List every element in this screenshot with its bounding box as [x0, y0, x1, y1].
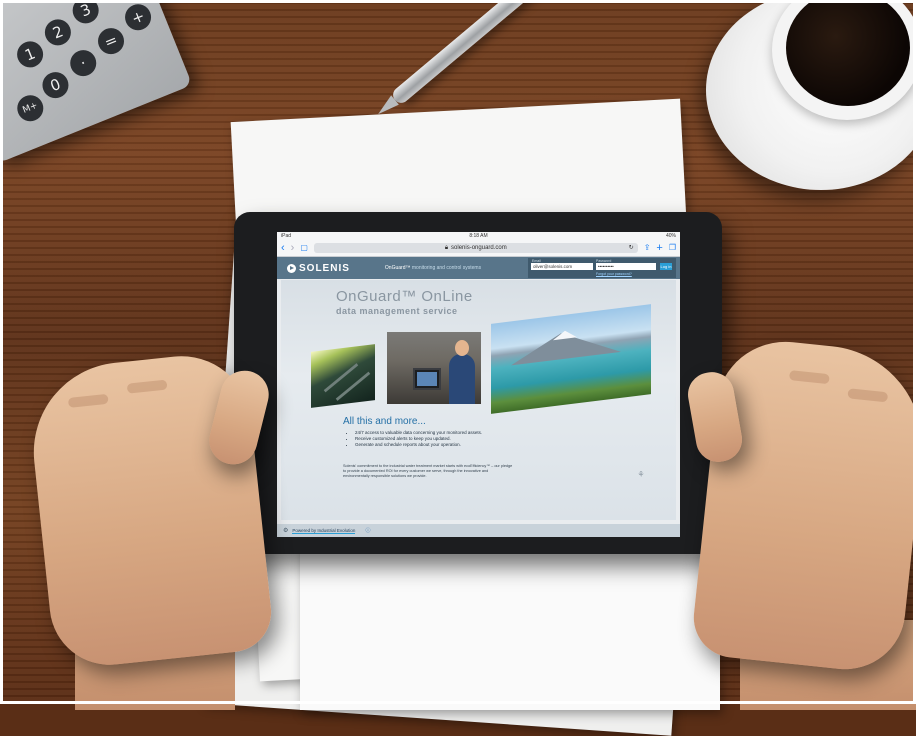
site-tagline: OnGuard™ monitoring and control systems [385, 265, 481, 271]
tagline-product: OnGuard™ [384, 265, 411, 271]
solenis-logo[interactable]: SOLENIS [287, 263, 350, 274]
site-footer: ⚙ Powered by Industrial Evolution ⓘ [277, 524, 680, 537]
calculator-key: + [121, 0, 155, 35]
logo-mark-icon [287, 263, 296, 273]
forgot-password-link[interactable]: Forgot your password? [596, 272, 632, 276]
hero-title: OnGuard™ OnLine [336, 288, 473, 305]
plant-photo [311, 344, 375, 408]
url-text: solenis-onguard.com [451, 245, 507, 251]
knuckle [847, 388, 889, 403]
monitor-shape [413, 368, 441, 390]
address-bar[interactable]: 🔒︎ solenis-onguard.com ↻ [313, 243, 638, 253]
company-blurb: Solenis' commitment to the industrial wa… [343, 464, 513, 478]
tagline-text: monitoring and control systems [411, 265, 482, 271]
battery-label: 40% [665, 233, 676, 239]
person-shape [449, 354, 475, 404]
help-icon[interactable]: ⓘ [365, 527, 370, 534]
person-head [455, 340, 469, 356]
clock: 8:18 AM [469, 233, 488, 239]
feature-item: Generate and schedule reports about your… [355, 442, 482, 448]
tablet-screen: iPad 8:18 AM 40% ‹ › ▢ 🔒︎ solenis-onguar… [277, 232, 680, 537]
gear-icon: ⚙ [283, 528, 289, 534]
calculator-key: · [66, 46, 101, 81]
browser-toolbar: ‹ › ▢ 🔒︎ solenis-onguard.com ↻ ⇪ + ❐ [277, 240, 680, 257]
site-header: SOLENIS OnGuard™ monitoring and control … [277, 257, 680, 279]
logo-text: SOLENIS [299, 262, 350, 274]
calculator-key: M+ [13, 91, 48, 126]
calculator-key: 1 [13, 37, 48, 72]
share-icon[interactable]: ⇪ [644, 242, 651, 254]
login-panel: Email Password oliver@solenis.com ••••••… [528, 258, 676, 278]
login-button[interactable]: Log in [660, 263, 672, 270]
knuckle [67, 393, 109, 408]
seal-icon: ⚘ [637, 470, 645, 479]
section-title: All this and more... [343, 416, 426, 427]
bookmarks-icon[interactable]: ▢ [300, 242, 308, 254]
forward-icon[interactable]: › [291, 242, 295, 254]
powered-by-link[interactable]: Powered by Industrial Evolution [292, 528, 356, 534]
device-label: iPad [281, 233, 292, 239]
operator-photo [387, 332, 481, 404]
tabs-icon[interactable]: ❐ [669, 242, 676, 254]
feature-list: 24/7 access to valuable data concerning … [347, 430, 482, 448]
knuckle [788, 370, 830, 385]
calculator-key: 2 [40, 15, 75, 50]
calculator-key: = [94, 24, 128, 59]
reload-icon[interactable]: ↻ [629, 244, 634, 251]
password-field[interactable]: •••••••••• [596, 263, 656, 270]
email-field[interactable]: oliver@solenis.com [531, 263, 593, 270]
main-content: OnGuard™ OnLine data management service … [281, 280, 676, 520]
new-tab-icon[interactable]: + [656, 242, 662, 254]
calculator-key: 3 [68, 0, 103, 28]
lake-photo [491, 304, 651, 414]
status-bar: iPad 8:18 AM 40% [277, 232, 680, 240]
lock-icon: 🔒︎ [444, 244, 449, 251]
hero-subtitle: data management service [336, 306, 458, 316]
calculator-key: 0 [38, 68, 73, 103]
knuckle [126, 379, 168, 394]
back-icon[interactable]: ‹ [281, 242, 285, 254]
